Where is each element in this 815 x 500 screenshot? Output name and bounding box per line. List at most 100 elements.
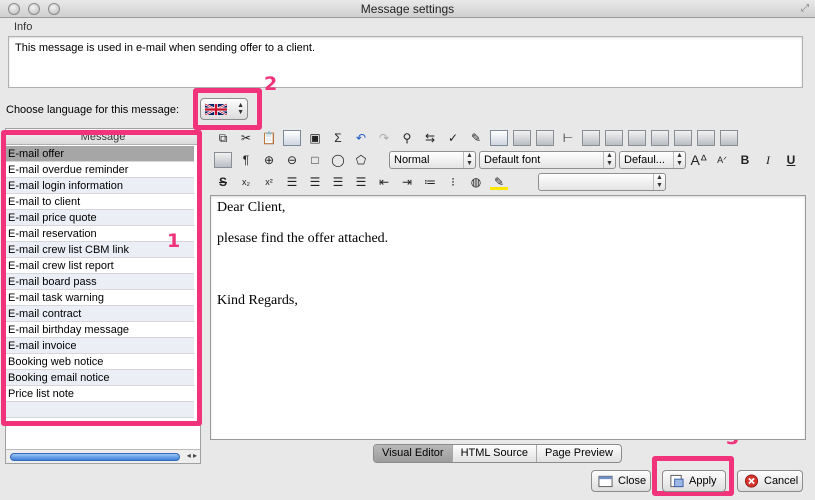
paste-icon[interactable]: 📋 — [260, 130, 278, 146]
rectangle-icon[interactable]: □ — [306, 152, 324, 168]
indent-icon[interactable]: ⇤ — [375, 174, 393, 190]
insert-table-icon[interactable] — [490, 130, 508, 146]
cut-icon[interactable]: ✂ — [237, 130, 255, 146]
toolbar-row-1: ⧉ ✂ 📋 ▣ Σ ↶ ↷ ⚲ ⇆ ✓ ✎ ⊢ — [214, 128, 743, 148]
bold-icon[interactable]: B — [736, 152, 754, 168]
font-value: Default font — [484, 154, 541, 166]
image-properties-icon[interactable] — [214, 152, 232, 168]
undo-icon[interactable]: ↶ — [352, 130, 370, 146]
copy-icon[interactable]: ⧉ — [214, 130, 232, 146]
spellcheck-icon[interactable]: ✓ — [444, 130, 462, 146]
ellipse-icon[interactable]: ◯ — [329, 152, 347, 168]
split-cell-icon[interactable]: ⊢ — [559, 130, 577, 146]
toolbar-row-2b: Aᐞ Aᐟ B I U — [690, 150, 805, 170]
resize-icon[interactable]: ⤢ — [801, 3, 809, 14]
replace-icon[interactable]: ⇆ — [421, 130, 439, 146]
merge-cells-icon[interactable] — [674, 130, 692, 146]
highlighter-icon[interactable]: ✎ — [490, 174, 508, 190]
find-icon[interactable]: ⚲ — [398, 130, 416, 146]
apply-button-label: Apply — [689, 475, 717, 487]
list-item[interactable]: Booking web notice — [6, 354, 194, 370]
strikethrough-icon[interactable]: S — [214, 174, 232, 190]
font-grow-icon[interactable]: Aᐞ — [690, 152, 708, 168]
close-button[interactable]: Close — [591, 470, 651, 492]
tab-page-preview[interactable]: Page Preview — [537, 445, 621, 462]
tab-html-source[interactable]: HTML Source — [453, 445, 538, 462]
message-list[interactable]: Message E-mail offer E-mail overdue remi… — [5, 128, 201, 464]
updown-arrows-icon: ▲ ▼ — [237, 102, 244, 116]
align-right-icon[interactable]: ☰ — [329, 174, 347, 190]
align-center-icon[interactable]: ☰ — [306, 174, 324, 190]
list-item[interactable]: E-mail task warning — [6, 290, 194, 306]
numbered-list-icon[interactable]: ≔ — [421, 174, 439, 190]
insert-row-icon[interactable] — [582, 130, 600, 146]
list-item[interactable]: Booking email notice — [6, 370, 194, 386]
list-item[interactable]: E-mail invoice — [6, 338, 194, 354]
list-item[interactable]: E-mail birthday message — [6, 322, 194, 338]
language-label: Choose language for this message: — [6, 104, 180, 116]
justify-icon[interactable]: ☰ — [352, 174, 370, 190]
select-arrows-icon: ▲ ▼ — [673, 152, 685, 168]
tab-visual-editor[interactable]: Visual Editor — [374, 445, 453, 462]
pilcrow-icon[interactable]: ¶ — [237, 152, 255, 168]
insert-column-icon[interactable] — [605, 130, 623, 146]
zoom-window-icon[interactable] — [48, 3, 60, 15]
brush-icon[interactable]: ✎ — [467, 130, 485, 146]
cancel-icon — [744, 474, 759, 488]
align-left-icon[interactable]: ☰ — [283, 174, 301, 190]
message-editor[interactable]: Dear Client, plesase find the offer atta… — [210, 195, 806, 440]
list-item[interactable]: E-mail overdue reminder — [6, 162, 194, 178]
apply-button[interactable]: Apply — [662, 470, 726, 492]
paragraph-style-select[interactable]: Normal ▲ ▼ — [389, 151, 476, 169]
font-select[interactable]: Default font ▲ ▼ — [479, 151, 616, 169]
list-item[interactable]: E-mail price quote — [6, 210, 194, 226]
redo-icon[interactable]: ↷ — [375, 130, 393, 146]
scrollbar-thumb[interactable] — [10, 453, 180, 461]
language-select[interactable]: ▲ ▼ — [200, 98, 248, 120]
info-text-area[interactable]: This message is used in e-mail when send… — [8, 36, 803, 88]
list-item-empty — [6, 402, 194, 418]
list-item[interactable]: E-mail to client — [6, 194, 194, 210]
close-window-doc-icon — [598, 475, 613, 488]
close-window-icon[interactable] — [8, 3, 20, 15]
bullet-list-icon[interactable]: ⁝ — [444, 174, 462, 190]
subscript-icon[interactable]: x₂ — [237, 174, 255, 190]
apply-doc-icon — [670, 474, 684, 488]
list-item[interactable]: E-mail offer — [6, 146, 194, 162]
row-properties-icon[interactable] — [536, 130, 554, 146]
table-properties-icon[interactable] — [513, 130, 531, 146]
font-size-select[interactable]: Defaul... ▲ ▼ — [619, 151, 686, 169]
cancel-button[interactable]: Cancel — [737, 470, 803, 492]
color-select[interactable]: ▲ ▼ — [538, 173, 666, 191]
list-item[interactable]: E-mail board pass — [6, 274, 194, 290]
list-item[interactable]: Price list note — [6, 386, 194, 402]
calendar-icon[interactable] — [283, 130, 301, 146]
palette-icon[interactable]: ◍ — [467, 174, 485, 190]
polygon-icon[interactable]: ⬠ — [352, 152, 370, 168]
cancel-button-label: Cancel — [764, 475, 799, 487]
list-item[interactable]: E-mail crew list CBM link — [6, 242, 194, 258]
list-item[interactable]: E-mail contract — [6, 306, 194, 322]
italic-icon[interactable]: I — [759, 152, 777, 168]
cell-properties-icon[interactable] — [697, 130, 715, 146]
list-item[interactable]: E-mail crew list report — [6, 258, 194, 274]
sigma-icon[interactable]: Σ — [329, 130, 347, 146]
scroll-arrows-icon[interactable]: ◂ ▸ — [187, 451, 197, 460]
list-item[interactable]: E-mail reservation — [6, 226, 194, 242]
image-icon[interactable]: ▣ — [306, 130, 324, 146]
underline-icon[interactable]: U — [782, 152, 800, 168]
table-image-icon[interactable] — [720, 130, 738, 146]
list-item[interactable]: E-mail login information — [6, 178, 194, 194]
minimize-window-icon[interactable] — [28, 3, 40, 15]
delete-column-icon[interactable] — [651, 130, 669, 146]
annotation-number-2: 2 — [264, 73, 278, 95]
zoom-out-icon[interactable]: ⊖ — [283, 152, 301, 168]
font-shrink-icon[interactable]: Aᐟ — [713, 152, 731, 168]
font-size-value: Defaul... — [624, 154, 665, 166]
list-header: Message — [6, 129, 200, 145]
outdent-icon[interactable]: ⇥ — [398, 174, 416, 190]
horizontal-scrollbar[interactable]: ◂ ▸ — [6, 449, 200, 463]
superscript-icon[interactable]: x² — [260, 174, 278, 190]
zoom-in-icon[interactable]: ⊕ — [260, 152, 278, 168]
delete-row-icon[interactable] — [628, 130, 646, 146]
